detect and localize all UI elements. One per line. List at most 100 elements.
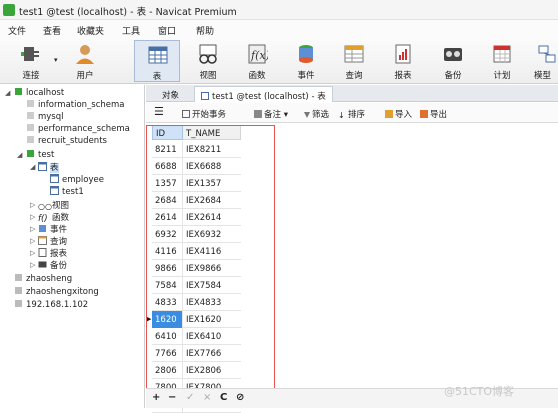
collapse-arrow-icon[interactable]: ▷	[30, 237, 35, 245]
apply-changes-button[interactable]: ✓	[186, 392, 194, 403]
cell-id[interactable]: 4833	[152, 294, 183, 311]
table-row[interactable]: 1357 IEX1357	[152, 175, 241, 192]
cell-t-name[interactable]: IEX4116	[183, 243, 241, 260]
cell-id[interactable]: 6688	[152, 158, 183, 175]
tree-table-employee[interactable]: employee	[50, 174, 104, 186]
toolbar-connect-button[interactable]: 连接	[8, 40, 54, 82]
memo-button[interactable]: 备注 ▾	[254, 108, 288, 120]
cell-id[interactable]: 7766	[152, 345, 183, 362]
table-row[interactable]: 6410 IEX6410	[152, 328, 241, 345]
tree-table-test1[interactable]: test1	[50, 186, 84, 198]
tab-objects[interactable]: 对象	[156, 86, 185, 102]
menu-favorites[interactable]: 收藏夹	[77, 24, 104, 37]
tree-reports-node[interactable]: 报表	[38, 247, 67, 259]
cell-id[interactable]: 9866	[152, 260, 183, 277]
cell-t-name[interactable]: IEX4833	[183, 294, 241, 311]
toolbar-model-button[interactable]: 模型	[528, 40, 558, 82]
tree-connection-zhaoshengxitong[interactable]: zhaoshengxitong	[14, 286, 99, 298]
toolbar-schedule-button[interactable]: 计划	[479, 40, 525, 82]
toolbar-user-button[interactable]: 用户	[62, 40, 108, 82]
cell-id[interactable]: 8211	[152, 141, 183, 158]
table-row[interactable]: 6932 IEX6932	[152, 226, 241, 243]
table-row[interactable]: 2806 IEX2806	[152, 362, 241, 379]
menu-file[interactable]: 文件	[8, 24, 26, 37]
cell-t-name[interactable]: IEX9866	[183, 260, 241, 277]
expand-arrow-icon[interactable]: ◢	[30, 163, 35, 171]
cell-id[interactable]: 7584	[152, 277, 183, 294]
column-header-t-name[interactable]: T_NAME	[183, 125, 241, 140]
collapse-arrow-icon[interactable]: ▷	[30, 213, 35, 221]
expand-arrow-icon[interactable]: ◢	[17, 151, 22, 159]
column-header-id[interactable]: ID	[152, 125, 183, 140]
toolbar-query-button[interactable]: 查询	[331, 40, 377, 82]
cell-id[interactable]: 4116	[152, 243, 183, 260]
cell-id[interactable]: 2806	[152, 362, 183, 379]
table-row[interactable]: 2614 IEX2614	[152, 209, 241, 226]
stop-button[interactable]: ⊘	[236, 392, 244, 403]
filter-button[interactable]: 筛选	[304, 108, 329, 120]
collapse-arrow-icon[interactable]: ▷	[30, 249, 35, 257]
menu-view[interactable]: 查看	[43, 24, 61, 37]
menu-tools[interactable]: 工具	[122, 24, 140, 37]
tree-views-node[interactable]: ○○视图	[38, 199, 69, 211]
export-button[interactable]: 导出	[420, 108, 447, 120]
cell-t-name[interactable]: IEX2684	[183, 192, 241, 209]
cell-t-name[interactable]: IEX1620	[183, 311, 241, 328]
cell-id[interactable]: 6932	[152, 226, 183, 243]
table-row[interactable]: 4833 IEX4833	[152, 294, 241, 311]
table-row[interactable]: 9866 IEX9866	[152, 260, 241, 277]
sort-button[interactable]: ↓ 排序	[338, 108, 365, 120]
cell-t-name[interactable]: IEX7584	[183, 277, 241, 294]
toolbar-function-button[interactable]: f(x) 函数	[234, 40, 280, 82]
cell-id[interactable]: 1620	[152, 311, 183, 328]
cell-id[interactable]: 1357	[152, 175, 183, 192]
tree-connection-remote[interactable]: 192.168.1.102	[14, 299, 88, 311]
tree-connection-localhost[interactable]: localhost	[14, 87, 64, 99]
collapse-arrow-icon[interactable]: ▷	[30, 225, 35, 233]
connect-dropdown-arrow-icon[interactable]: ▾	[54, 56, 58, 64]
table-row[interactable]: 7766 IEX7766	[152, 345, 241, 362]
toolbar-view-button[interactable]: 视图	[185, 40, 231, 82]
toolbar-report-button[interactable]: 报表	[380, 40, 426, 82]
hamburger-menu-icon[interactable]: ☰	[154, 105, 164, 118]
menu-help[interactable]: 帮助	[196, 24, 214, 37]
cell-t-name[interactable]: IEX6932	[183, 226, 241, 243]
tree-tables-node[interactable]: 表	[38, 161, 59, 173]
cell-id[interactable]: 2684	[152, 192, 183, 209]
table-row[interactable]: 8211 IEX8211	[152, 141, 241, 158]
cell-id[interactable]: 6410	[152, 328, 183, 345]
table-row[interactable]: ▶ 1620 IEX1620	[146, 311, 241, 328]
tree-db-performance-schema[interactable]: performance_schema	[26, 123, 130, 135]
cell-t-name[interactable]: IEX2614	[183, 209, 241, 226]
table-row[interactable]: 4116 IEX4116	[152, 243, 241, 260]
collapse-arrow-icon[interactable]: ▷	[30, 261, 35, 269]
toolbar-table-button[interactable]: 表	[134, 40, 180, 82]
tree-connection-zhaosheng[interactable]: zhaosheng	[14, 273, 72, 285]
cell-t-name[interactable]: IEX2806	[183, 362, 241, 379]
discard-changes-button[interactable]: ×	[203, 392, 211, 403]
import-button[interactable]: 导入	[385, 108, 412, 120]
tree-db-information-schema[interactable]: information_schema	[26, 99, 125, 111]
table-row[interactable]: 7584 IEX7584	[152, 277, 241, 294]
cell-t-name[interactable]: IEX1357	[183, 175, 241, 192]
tree-functions-node[interactable]: f() 函数	[38, 211, 69, 224]
tab-table-test1[interactable]: test1 @test (localhost) - 表	[194, 86, 333, 102]
begin-transaction-button[interactable]: 开始事务	[182, 108, 226, 120]
table-row[interactable]: 6688 IEX6688	[152, 158, 241, 175]
cell-t-name[interactable]: IEX6688	[183, 158, 241, 175]
cell-id[interactable]: 2614	[152, 209, 183, 226]
tree-db-recruit-students[interactable]: recruit_students	[26, 135, 107, 147]
tree-db-test[interactable]: test	[26, 149, 54, 161]
refresh-button[interactable]: C	[220, 392, 227, 403]
cell-t-name[interactable]: IEX8211	[183, 141, 241, 158]
cell-t-name[interactable]: IEX6410	[183, 328, 241, 345]
toolbar-event-button[interactable]: 事件	[283, 40, 329, 82]
add-record-button[interactable]: +	[152, 392, 160, 403]
table-row[interactable]: 2684 IEX2684	[152, 192, 241, 209]
cell-t-name[interactable]: IEX7766	[183, 345, 241, 362]
menu-window[interactable]: 窗口	[158, 24, 176, 37]
tree-db-mysql[interactable]: mysql	[26, 111, 64, 123]
tree-backups-node[interactable]: 备份	[38, 259, 67, 271]
toolbar-backup-button[interactable]: 备份	[430, 40, 476, 82]
expand-arrow-icon[interactable]: ◢	[5, 89, 10, 97]
